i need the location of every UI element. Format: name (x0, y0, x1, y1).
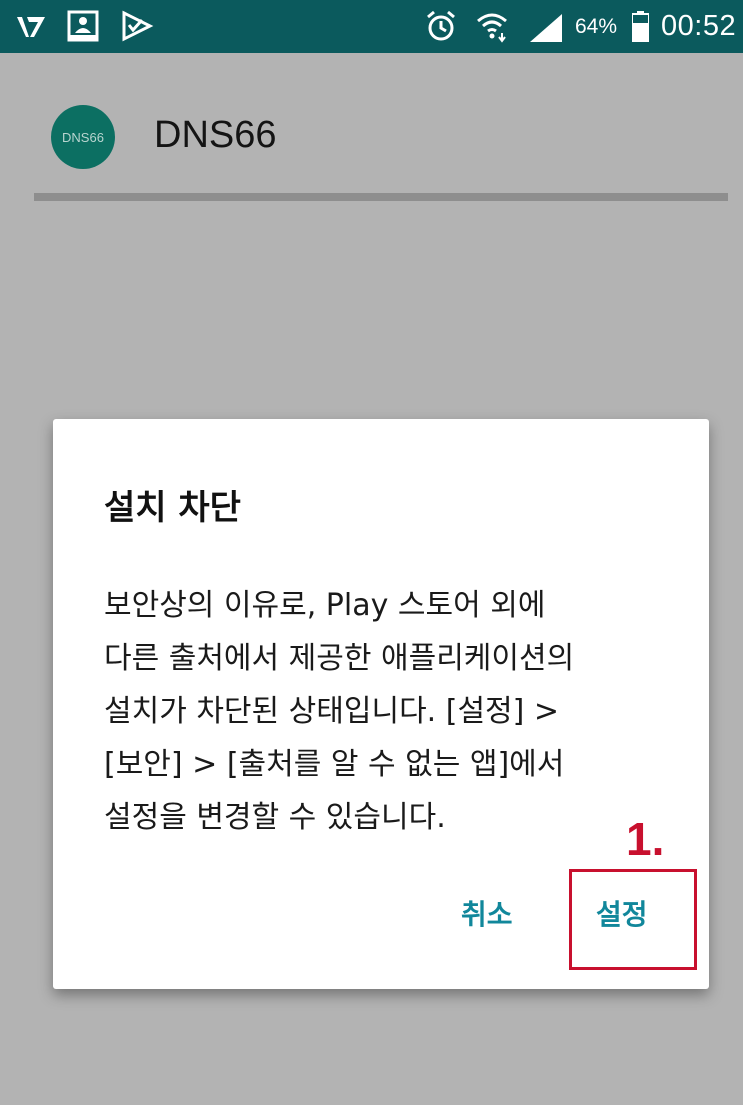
app-icon: DNS66 (51, 105, 115, 169)
annotation-highlight-box (569, 869, 697, 970)
dialog-message-line: 설정을 변경할 수 있습니다. (104, 800, 446, 835)
cancel-button[interactable]: 취소 (461, 893, 513, 933)
clock: 00:52 (661, 10, 737, 42)
alarm-icon (424, 9, 458, 43)
wifi-icon (475, 9, 509, 43)
dialog-message: 보안상의 이유로, Play 스토어 외에 다른 출처에서 제공한 애플리케이션… (104, 579, 684, 844)
dialog-title: 설치 차단 (104, 488, 241, 528)
dialog-message-line: 보안상의 이유로, Play 스토어 외에 (104, 588, 546, 623)
check-flag-icon (120, 9, 154, 43)
battery-icon (632, 11, 649, 42)
dialog-message-line: [보안] > [출처를 알 수 없는 앱]에서 (104, 747, 565, 782)
dialog-message-line: 다른 출처에서 제공한 애플리케이션의 (104, 641, 575, 676)
v-icon (14, 9, 48, 43)
annotation-step-label: 1. (626, 813, 665, 865)
signal-icon (528, 12, 564, 44)
battery-percent: 64% (575, 15, 618, 38)
dialog-message-line: 설치가 차단된 상태입니다. [설정] > (104, 694, 560, 729)
app-title: DNS66 (154, 114, 277, 156)
app-divider (34, 193, 728, 201)
download-icon (66, 9, 100, 43)
status-bar: 64% 00:52 (0, 0, 743, 53)
